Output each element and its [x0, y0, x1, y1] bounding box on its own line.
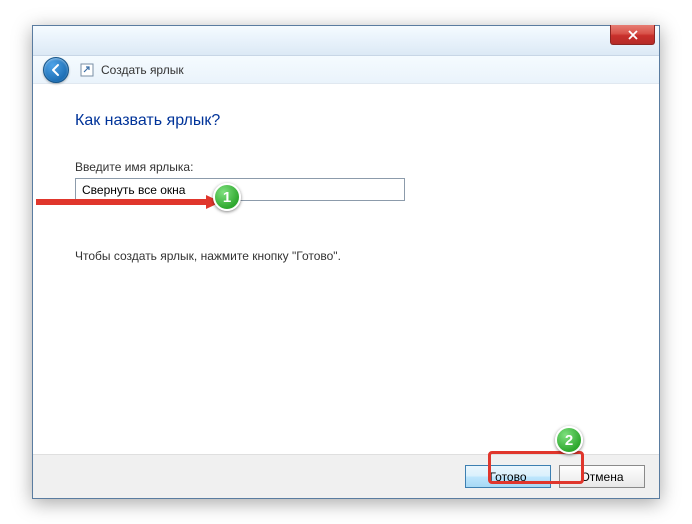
shortcut-name-input[interactable] — [75, 178, 405, 201]
field-label: Введите имя ярлыка: — [75, 160, 617, 174]
close-button[interactable] — [610, 25, 655, 45]
footer: Готово Отмена — [33, 454, 659, 498]
titlebar — [33, 26, 659, 56]
page-heading: Как назвать ярлык? — [75, 112, 617, 130]
cancel-button-label: Отмена — [580, 470, 623, 484]
arrow-left-icon — [49, 63, 63, 77]
wizard-window: Создать ярлык Как назвать ярлык? Введите… — [32, 25, 660, 499]
finish-button[interactable]: Готово — [465, 465, 551, 488]
content-area: Как назвать ярлык? Введите имя ярлыка: Ч… — [33, 84, 659, 454]
cancel-button[interactable]: Отмена — [559, 465, 645, 488]
close-icon — [628, 30, 638, 40]
back-button[interactable] — [43, 57, 69, 83]
wizard-title: Создать ярлык — [101, 63, 184, 77]
finish-button-label: Готово — [489, 470, 526, 484]
hint-text: Чтобы создать ярлык, нажмите кнопку "Гот… — [75, 249, 617, 263]
shortcut-icon — [79, 62, 95, 78]
nav-row: Создать ярлык — [33, 56, 659, 84]
